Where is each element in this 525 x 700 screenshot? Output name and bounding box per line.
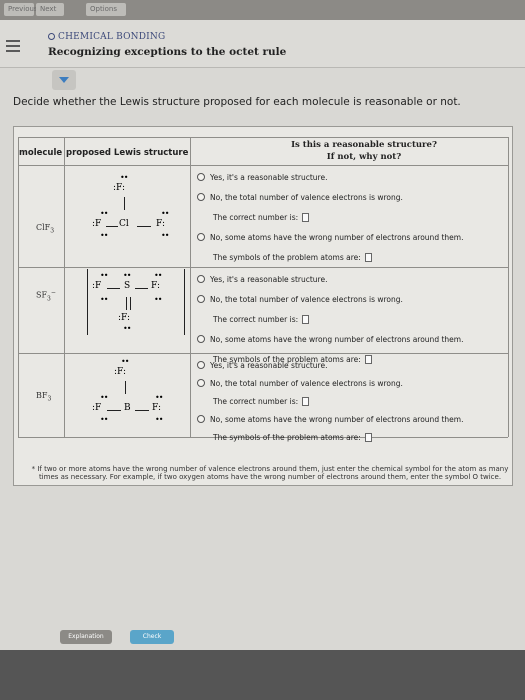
radio-valence-3[interactable] — [197, 379, 205, 387]
atom-bottom-f: :F: — [118, 313, 131, 323]
col-molecule: molecule — [19, 148, 63, 158]
topic-label: CHEMICAL BONDING — [48, 32, 165, 42]
problem-atoms-3: The symbols of the problem atoms are: — [213, 433, 372, 442]
radio-atoms-1[interactable] — [197, 233, 205, 241]
option-yes-1[interactable]: Yes, it's a reasonable structure. — [197, 173, 327, 182]
atom-left-f-2: :F — [92, 281, 102, 291]
correct-number-2: The correct number is: — [213, 315, 310, 324]
radio-yes-3[interactable] — [197, 361, 205, 369]
problem-atoms-1: The symbols of the problem atoms are: — [213, 253, 372, 262]
radio-valence-2[interactable] — [197, 295, 205, 303]
footnote: * If two or more atoms have the wrong nu… — [31, 465, 509, 481]
molecule-sf3: SF3− — [36, 289, 56, 303]
radio-yes-2[interactable] — [197, 275, 205, 283]
col-question-2: If not, why not? — [326, 152, 402, 162]
option-yes-2[interactable]: Yes, it's a reasonable structure. — [197, 275, 327, 284]
atom-center-b: B — [124, 403, 131, 413]
instruction-text: Decide whether the Lewis structure propo… — [13, 96, 461, 108]
problem-atoms-input-1[interactable] — [364, 253, 372, 262]
atom-center-s: S — [124, 281, 131, 291]
radio-atoms-2[interactable] — [197, 335, 205, 343]
option-atoms-3[interactable]: No, some atoms have the wrong number of … — [197, 415, 463, 424]
atom-top-f-3: :F: — [114, 367, 127, 377]
col-structure: proposed Lewis structure — [66, 148, 189, 158]
atom-left-f-3: :F — [92, 403, 102, 413]
problem-atoms-input-2[interactable] — [364, 355, 372, 364]
atom-top-f: :F: — [113, 183, 126, 193]
option-yes-3[interactable]: Yes, it's a reasonable structure. — [197, 361, 327, 370]
question-card: molecule proposed Lewis structure Is thi… — [13, 126, 513, 486]
bottom-bezel — [0, 650, 525, 700]
previous-button[interactable]: Previous — [4, 3, 38, 16]
atom-center-cl: Cl — [119, 219, 129, 229]
molecule-bf3: BF3 — [36, 391, 52, 403]
check-button[interactable]: Check — [130, 630, 174, 644]
options-button[interactable]: Options — [86, 3, 126, 16]
atom-right-f-3: F: — [152, 403, 161, 413]
option-valence-3[interactable]: No, the total number of valence electron… — [197, 379, 403, 388]
topic-circle-icon — [48, 33, 55, 40]
option-valence-2[interactable]: No, the total number of valence electron… — [197, 295, 403, 304]
atom-left-f: :F — [92, 219, 102, 229]
correct-number-input-1[interactable] — [302, 213, 310, 222]
next-button[interactable]: Next — [36, 3, 64, 16]
browser-topbar: Previous Next Options — [0, 0, 525, 20]
radio-yes-1[interactable] — [197, 173, 205, 181]
page-title: Recognizing exceptions to the octet rule — [48, 46, 287, 58]
atom-right-f-2: F: — [151, 281, 160, 291]
option-valence-1[interactable]: No, the total number of valence electron… — [197, 193, 403, 202]
correct-number-input-2[interactable] — [302, 315, 310, 324]
collapse-toggle[interactable] — [52, 70, 76, 90]
option-atoms-1[interactable]: No, some atoms have the wrong number of … — [197, 233, 463, 242]
screen: CHEMICAL BONDING Recognizing exceptions … — [0, 20, 525, 650]
explanation-button[interactable]: Explanation — [60, 630, 112, 644]
radio-atoms-3[interactable] — [197, 415, 205, 423]
correct-number-3: The correct number is: — [213, 397, 310, 406]
correct-number-1: The correct number is: — [213, 213, 310, 222]
atom-right-f: F: — [156, 219, 165, 229]
option-atoms-2[interactable]: No, some atoms have the wrong number of … — [197, 335, 463, 344]
problem-atoms-input-3[interactable] — [364, 433, 372, 442]
molecule-clf3: ClF3 — [36, 223, 55, 235]
col-question-1: Is this a reasonable structure? — [291, 140, 437, 150]
menu-icon[interactable] — [6, 40, 20, 52]
radio-valence-1[interactable] — [197, 193, 205, 201]
header: CHEMICAL BONDING Recognizing exceptions … — [0, 20, 525, 68]
correct-number-input-3[interactable] — [302, 397, 310, 406]
